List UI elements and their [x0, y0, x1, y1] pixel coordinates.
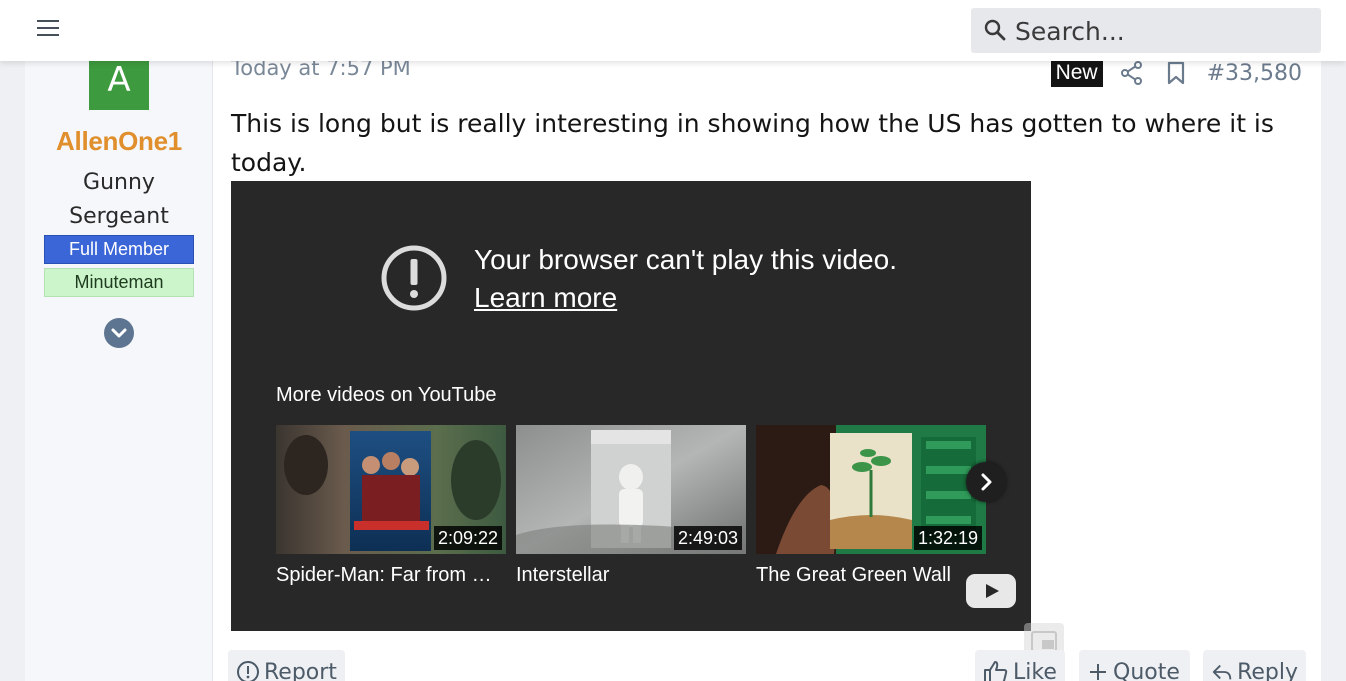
username-link[interactable]: AllenOne1	[25, 126, 213, 157]
post-author-sidebar: A AllenOne1 Gunny Sergeant Full Member M…	[25, 0, 213, 681]
expand-user-info-button[interactable]	[104, 318, 134, 348]
quote-button[interactable]: Quote	[1079, 650, 1190, 681]
user-rank-line1: Gunny	[83, 170, 155, 195]
new-badge: New	[1050, 59, 1103, 87]
youtube-embed[interactable]: Your browser can't play this video. Lear…	[231, 181, 1031, 631]
video-title: Interstellar	[516, 564, 610, 586]
video-duration: 1:32:19	[913, 526, 982, 550]
video-thumbnail-image: 2:49:03	[516, 425, 746, 554]
reply-arrow-icon	[1212, 664, 1232, 680]
post-tools: New #33,580	[1050, 58, 1302, 88]
video-error-line: Your browser can't play this video.	[474, 244, 897, 275]
report-label: Report	[264, 660, 337, 681]
exclamation-circle-icon	[237, 661, 259, 681]
video-thumbnail-item[interactable]: 2:09:22 Spider-Man: Far from H...	[276, 425, 506, 587]
chevron-right-icon	[981, 473, 992, 491]
chevron-down-icon	[111, 328, 127, 338]
more-videos-title: More videos on YouTube	[276, 384, 497, 406]
reply-label: Reply	[1237, 660, 1298, 681]
video-thumbnail-image: 1:32:19	[756, 425, 986, 554]
video-duration: 2:09:22	[433, 526, 502, 550]
hamburger-menu-icon[interactable]	[37, 20, 61, 40]
bookmark-icon[interactable]	[1163, 60, 1189, 86]
video-error-message: Your browser can't play this video. Lear…	[474, 241, 897, 317]
share-icon[interactable]	[1119, 60, 1145, 86]
top-navigation-bar	[0, 0, 1346, 61]
learn-more-link[interactable]: Learn more	[474, 279, 897, 317]
video-title: The Great Green Wall	[756, 564, 951, 586]
next-videos-button[interactable]	[966, 462, 1006, 502]
search-icon	[984, 19, 1006, 41]
video-thumbnail-item[interactable]: 2:49:03 Interstellar	[516, 425, 746, 587]
video-thumbnail-item[interactable]: 1:32:19 The Great Green Wall	[756, 425, 986, 587]
video-thumbnail-image: 2:09:22	[276, 425, 506, 554]
user-rank-title: Gunny Sergeant	[25, 166, 213, 234]
post-message: This is long but is really interesting i…	[231, 109, 1274, 177]
like-button[interactable]: Like	[975, 650, 1065, 681]
post-number-link[interactable]: #33,580	[1207, 61, 1302, 86]
quote-label: Quote	[1113, 660, 1180, 681]
reply-button[interactable]: Reply	[1203, 650, 1306, 681]
report-button[interactable]: Report	[228, 650, 345, 681]
plus-icon	[1090, 664, 1106, 680]
more-videos-list: 2:09:22 Spider-Man: Far from H... 2:49:0…	[276, 425, 986, 590]
exclamation-circle-icon	[381, 245, 447, 311]
user-rank-line2: Sergeant	[69, 204, 169, 229]
user-banner-minuteman: Minuteman	[44, 268, 194, 297]
search-input[interactable]	[1015, 14, 1305, 48]
forum-post: A AllenOne1 Gunny Sergeant Full Member M…	[25, 0, 1321, 681]
video-title: Spider-Man: Far from H...	[276, 564, 502, 586]
user-banner-full-member: Full Member	[44, 235, 194, 264]
like-label: Like	[1013, 660, 1057, 681]
post-main: Today at 7:57 PM New #33,580 This is lon…	[231, 0, 1321, 681]
video-duration: 2:49:03	[673, 526, 742, 550]
search-box[interactable]	[971, 8, 1321, 53]
youtube-logo-icon[interactable]	[966, 574, 1016, 608]
thumbs-up-icon	[984, 661, 1008, 681]
